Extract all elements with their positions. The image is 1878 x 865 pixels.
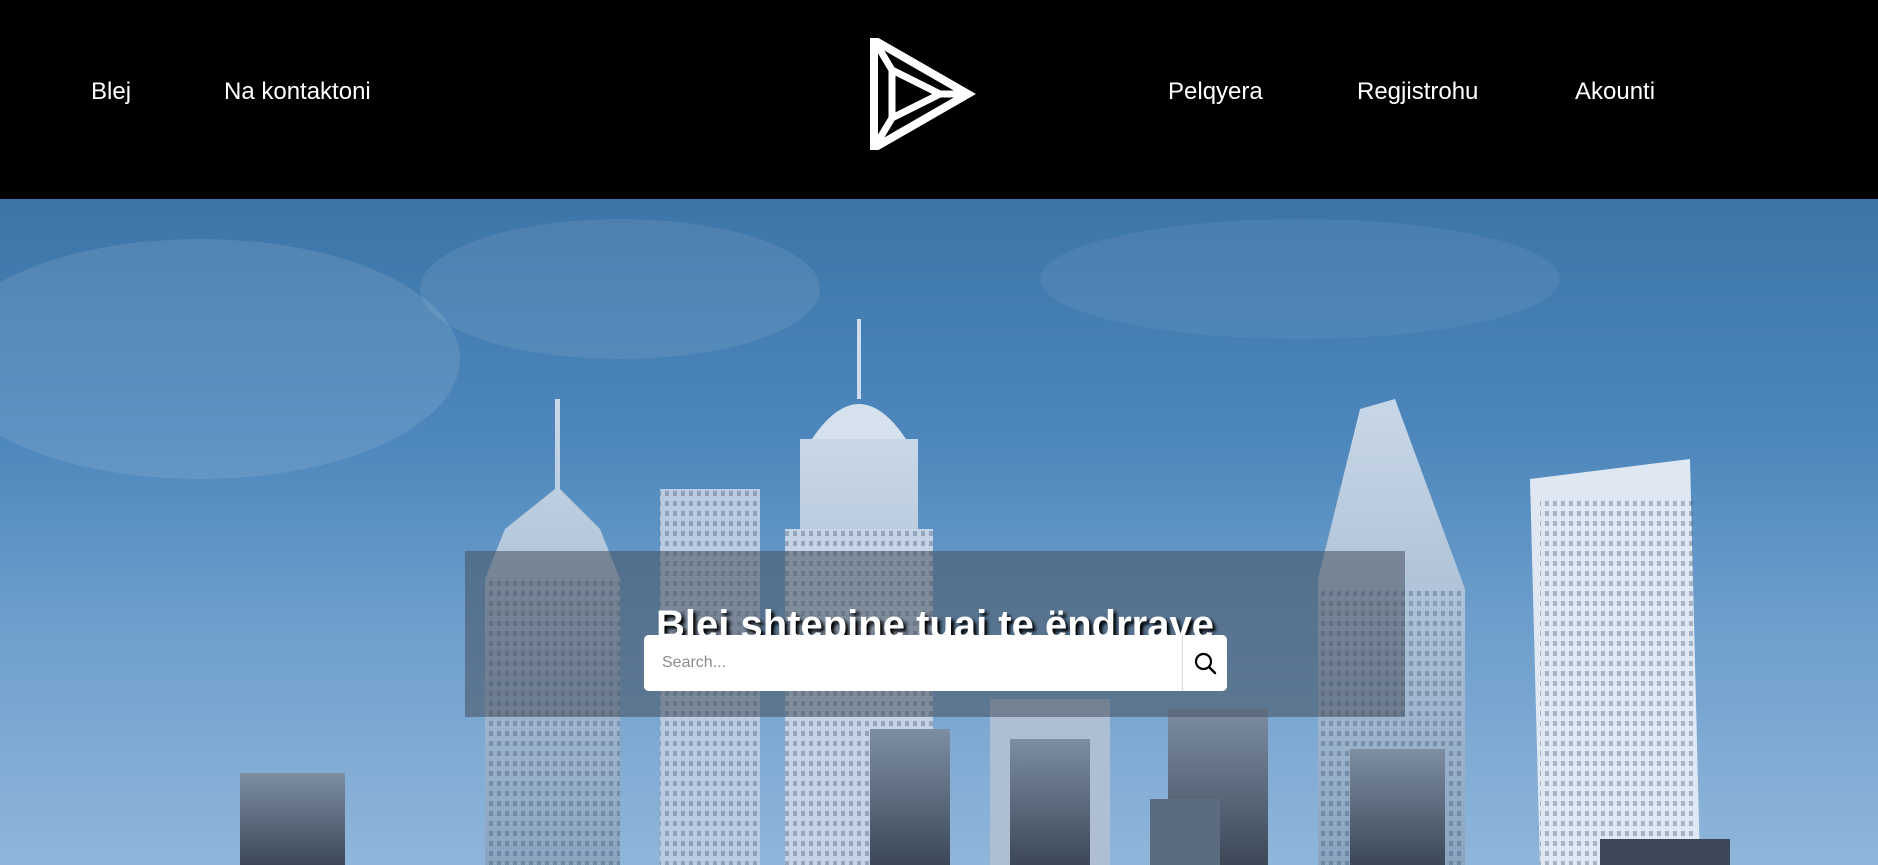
nav-link-buy[interactable]: Blej: [91, 78, 131, 106]
nav-link-contact[interactable]: Na kontaktoni: [224, 78, 371, 106]
triangle-play-logo-icon: [870, 33, 977, 155]
hero-section: Blej shtepine tuaj te ëndrrave: [0, 199, 1878, 865]
search-button[interactable]: [1182, 635, 1227, 691]
nav-link-register[interactable]: Regjistrohu: [1357, 78, 1478, 106]
search-icon: [1194, 652, 1217, 675]
search-input[interactable]: [644, 635, 1182, 691]
city-skyline-background: [0, 219, 1730, 865]
brand-logo[interactable]: [866, 33, 977, 155]
hero-search-panel: Blej shtepine tuaj te ëndrrave: [465, 551, 1405, 717]
top-navigation: Blej Na kontaktoni Pelqyera Regjistrohu …: [0, 0, 1878, 199]
nav-link-favorites[interactable]: Pelqyera: [1168, 78, 1263, 106]
search-bar: [644, 635, 1227, 691]
nav-link-account[interactable]: Akounti: [1575, 78, 1655, 106]
